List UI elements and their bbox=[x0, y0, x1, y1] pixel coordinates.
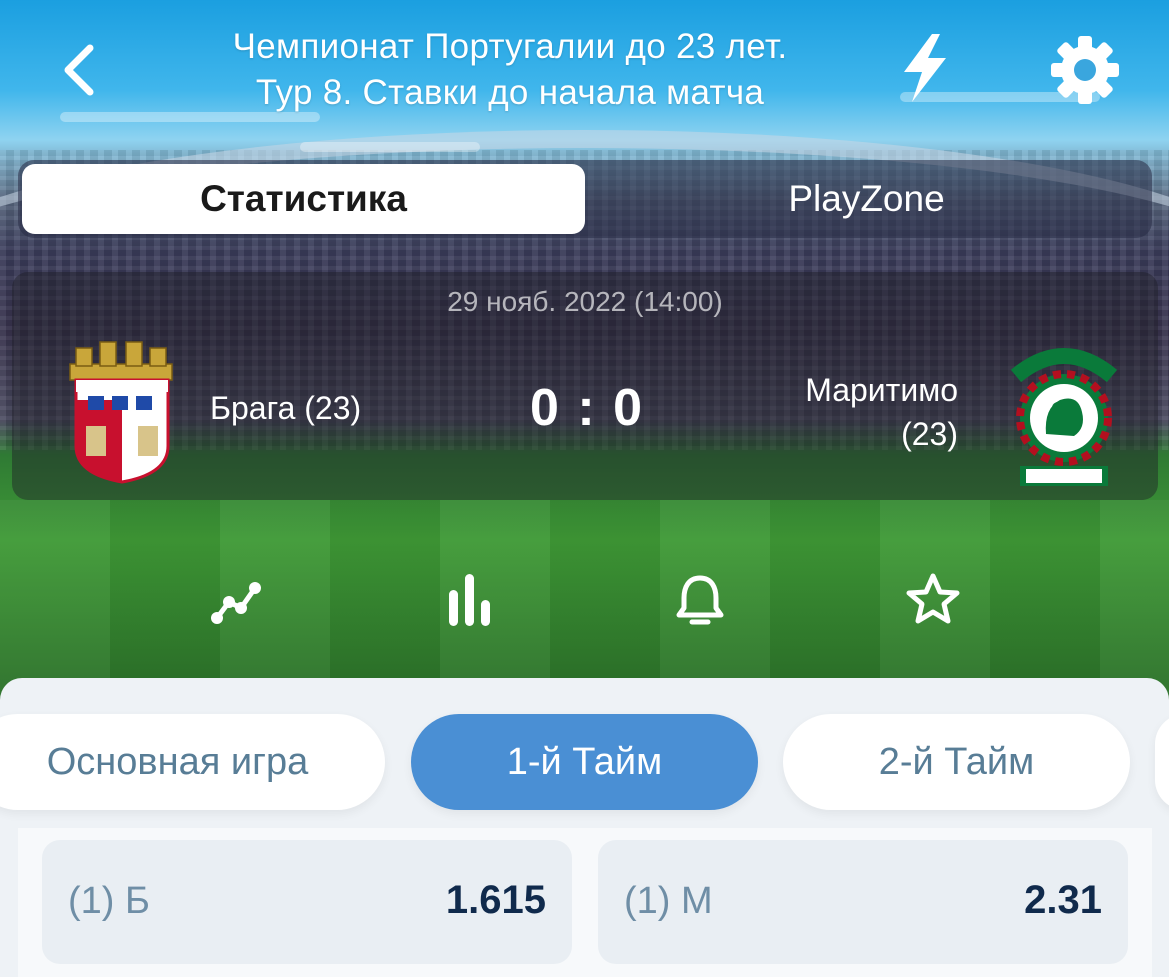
bell-icon bbox=[676, 575, 724, 625]
odd-label: (1) Б bbox=[68, 880, 150, 922]
tab-statistics[interactable]: Статистика bbox=[22, 164, 585, 234]
odd-cell-home[interactable]: (1) Б 1.615 bbox=[42, 840, 572, 964]
away-team-name-line2: (23) bbox=[901, 416, 958, 452]
star-icon bbox=[906, 573, 960, 624]
page-title: Чемпионат Португалии до 23 лет. Тур 8. С… bbox=[150, 24, 870, 116]
home-team-name: Брага (23) bbox=[210, 390, 362, 426]
stats-button[interactable] bbox=[434, 560, 504, 640]
tab-more[interactable] bbox=[1155, 714, 1169, 810]
away-team-name-line1: Маритимо bbox=[805, 372, 958, 408]
away-team-name: Маритимо (23) bbox=[698, 368, 958, 456]
top-bar: Чемпионат Португалии до 23 лет. Тур 8. С… bbox=[0, 0, 1169, 140]
tab-first-half[interactable]: 1-й Тайм bbox=[411, 714, 758, 810]
lightning-icon bbox=[904, 34, 946, 102]
action-icon-row bbox=[0, 560, 1169, 640]
tab-second-half[interactable]: 2-й Тайм bbox=[783, 714, 1130, 810]
gear-icon bbox=[1051, 36, 1119, 104]
back-button[interactable] bbox=[50, 30, 110, 110]
tab-main-game[interactable]: Основная игра bbox=[0, 714, 385, 810]
match-score: 0 : 0 bbox=[529, 379, 645, 437]
match-card: 29 нояб. 2022 (14:00) Брага (23) 0 : 0 М… bbox=[12, 272, 1158, 500]
main-tabs: Статистика PlayZone bbox=[18, 160, 1152, 238]
favorite-button[interactable] bbox=[898, 560, 968, 640]
home-team-logo bbox=[56, 334, 186, 486]
odds-grid: (1) Б 1.615 (1) М 2.31 bbox=[18, 828, 1152, 977]
chart-line-button[interactable] bbox=[200, 560, 270, 640]
odd-value: 1.615 bbox=[445, 878, 546, 922]
odd-cell-away[interactable]: (1) М 2.31 bbox=[598, 840, 1128, 964]
match-date: 29 нояб. 2022 (14:00) bbox=[447, 286, 723, 317]
odd-label: (1) М bbox=[624, 880, 713, 922]
title-line-2: Тур 8. Ставки до начала матча bbox=[255, 73, 765, 112]
odd-value: 2.31 bbox=[1024, 878, 1102, 922]
title-line-1: Чемпионат Португалии до 23 лет. bbox=[232, 27, 788, 66]
settings-button[interactable] bbox=[1045, 30, 1125, 110]
back-arrow-icon bbox=[64, 44, 94, 96]
live-button[interactable] bbox=[890, 28, 960, 108]
tab-playzone[interactable]: PlayZone bbox=[585, 164, 1148, 234]
notifications-button[interactable] bbox=[665, 560, 735, 640]
bar-stats-icon bbox=[449, 574, 490, 626]
bets-panel: Основная игра 1-й Тайм 2-й Тайм (1) Б 1.… bbox=[0, 678, 1169, 977]
period-tabs: Основная игра 1-й Тайм 2-й Тайм bbox=[0, 714, 1169, 810]
chart-line-icon bbox=[211, 582, 261, 624]
away-team-logo bbox=[1002, 336, 1126, 488]
